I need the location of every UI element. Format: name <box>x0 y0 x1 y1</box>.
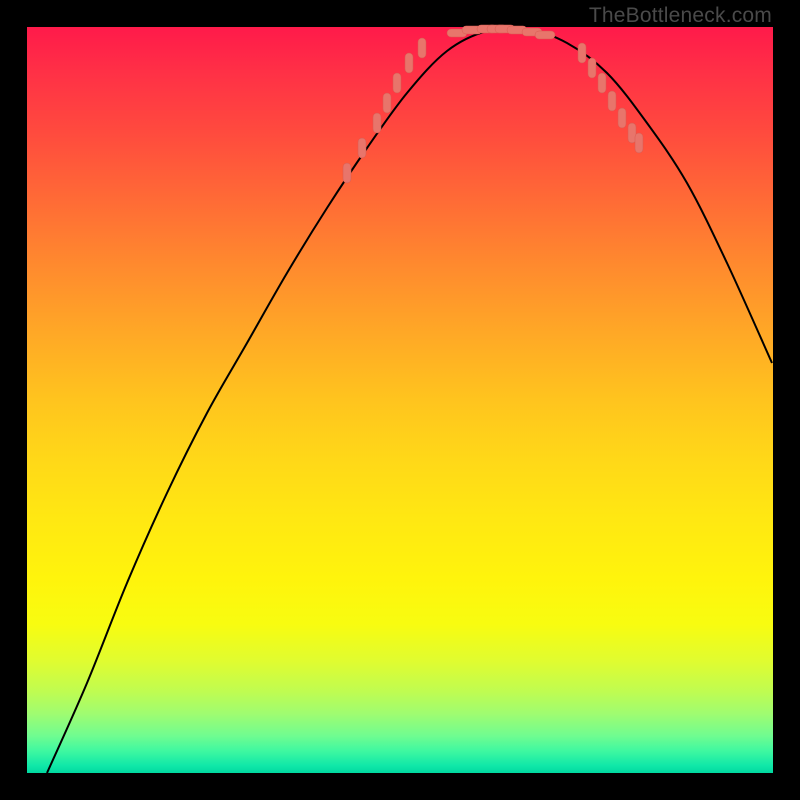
data-marker <box>373 113 381 133</box>
data-marker <box>608 91 616 111</box>
chart-plot-area <box>27 27 773 773</box>
data-marker <box>383 93 391 113</box>
data-marker <box>578 43 586 63</box>
watermark-text: TheBottleneck.com <box>589 4 772 28</box>
data-marker <box>588 58 596 78</box>
data-marker <box>418 38 426 58</box>
data-marker <box>405 53 413 73</box>
data-marker <box>598 73 606 93</box>
data-markers <box>343 25 643 183</box>
data-marker <box>358 138 366 158</box>
chart-svg <box>27 27 773 773</box>
data-marker <box>343 163 351 183</box>
data-marker <box>393 73 401 93</box>
bottleneck-curve-line <box>47 28 772 773</box>
data-marker <box>635 133 643 153</box>
data-marker <box>618 108 626 128</box>
data-marker <box>535 31 555 39</box>
